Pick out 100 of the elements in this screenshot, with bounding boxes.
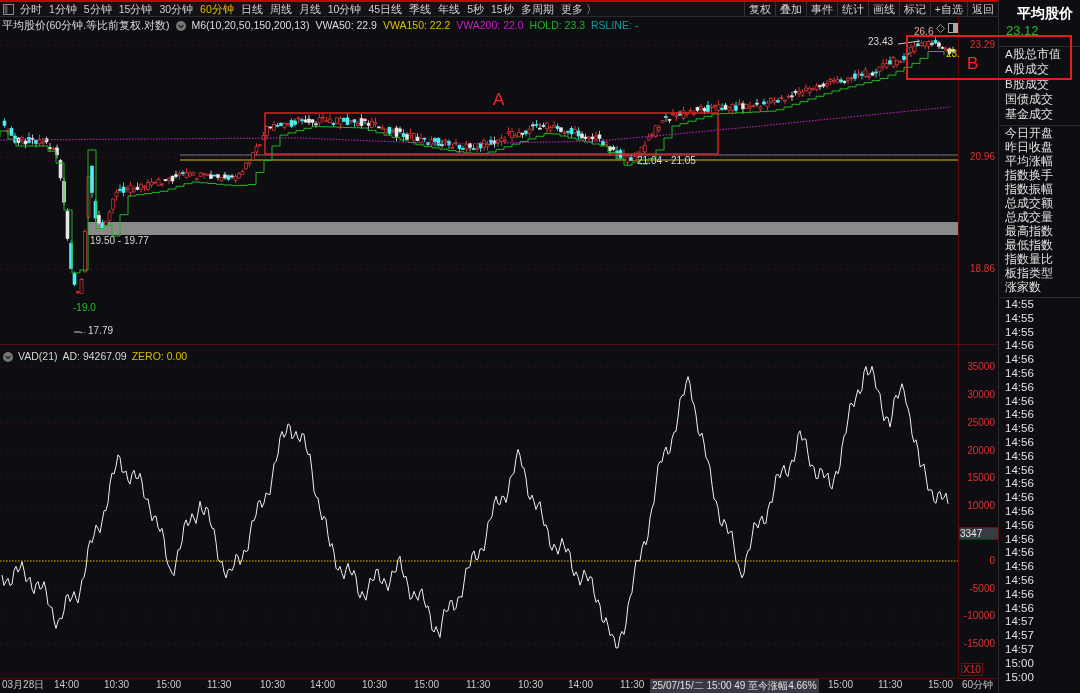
time-label: 15:00	[414, 680, 440, 690]
price-label: 23.43	[868, 37, 894, 47]
period-tab[interactable]: 周线	[269, 3, 292, 15]
period-tab[interactable]: 10分钟	[327, 3, 362, 15]
stat-label: 最高指数	[1004, 224, 1054, 238]
period-tab[interactable]: 分时	[20, 3, 42, 15]
period-tab[interactable]: 月线	[298, 3, 321, 15]
tick-time: 14:56	[1004, 504, 1035, 519]
chart-title: 平均股价(60分钟.等比前复权.对数)	[2, 18, 170, 33]
tick-time: 14:56	[1004, 339, 1035, 354]
indicator-label: M6(10,20,50,150,200,13)	[191, 18, 310, 33]
axis-label: 0	[989, 556, 995, 566]
period-tab[interactable]: 日线	[240, 3, 263, 15]
tick-time: 14:56	[1004, 449, 1035, 464]
axis-label: -10000	[963, 611, 995, 621]
period-tab[interactable]: 60分钟	[200, 3, 234, 15]
time-label: 15:00	[928, 680, 954, 690]
period-tab[interactable]: 45日线	[368, 3, 403, 15]
axis-label: 25000	[967, 418, 995, 428]
cursor-value: 3347	[959, 527, 999, 540]
stat-label: 平均涨幅	[1004, 154, 1054, 168]
menu-item[interactable]: A股成交	[999, 62, 1080, 77]
tick-time: 14:57	[1004, 615, 1035, 630]
stat-label: 今日开盘	[1004, 126, 1054, 140]
toolbar-button[interactable]: 标记	[898, 2, 930, 16]
tick-time: 15:00	[1004, 670, 1035, 685]
axis-label: 20.96	[969, 152, 995, 162]
time-label: 10:30	[518, 680, 544, 690]
toolbar-button[interactable]: 事件	[805, 2, 837, 16]
stat-label: 总成交额	[1004, 196, 1054, 210]
indicator-label: VWA200: 22.0	[456, 18, 524, 33]
tick-time: 14:56	[1004, 463, 1035, 478]
split-view-icon[interactable]	[948, 23, 958, 33]
cursor-time: 25/07/15/二 15:00 49 至今涨幅4.66%	[650, 679, 819, 693]
tick-time: 14:57	[1004, 642, 1035, 657]
tick-time: 14:56	[1004, 560, 1035, 574]
stat-label: 板指类型	[1004, 266, 1054, 280]
period-tab[interactable]: 1分钟	[49, 3, 77, 15]
stat-label: 昨日收盘	[1004, 140, 1054, 154]
period-tab[interactable]: 多周期	[520, 3, 554, 15]
stat-label: 最低指数	[1004, 238, 1054, 252]
time-label: 15:00	[156, 680, 182, 690]
indicator-label: HOLD: 23.3	[529, 18, 586, 33]
menu-item[interactable]: A股总市值	[999, 47, 1080, 62]
toolbar-button[interactable]: 返回	[967, 2, 998, 16]
tick-time: 14:55	[1004, 298, 1035, 312]
axis-label: 10000	[967, 501, 995, 511]
time-label: 11:30	[466, 680, 491, 690]
panel-title: 平均股价	[1016, 4, 1074, 22]
axis-label: 20000	[967, 446, 995, 456]
tick-time: 14:56	[1004, 435, 1035, 450]
tick-time: 14:56	[1004, 367, 1035, 381]
price-label: 23.	[946, 49, 960, 59]
time-label: 10:30	[104, 680, 130, 690]
period-tab[interactable]: 季线	[409, 3, 432, 15]
tick-time: 14:56	[1004, 394, 1035, 409]
menu-item[interactable]: 基金成交	[999, 107, 1080, 122]
toolbar-button[interactable]: 画线	[867, 2, 899, 16]
tick-time: 14:56	[1004, 532, 1035, 547]
time-label: 14:00	[568, 680, 594, 690]
tick-time: 14:56	[1004, 518, 1035, 533]
period-tab[interactable]: 更多 〉	[560, 3, 597, 15]
tick-time: 14:56	[1004, 601, 1035, 616]
tick-time: 14:57	[1004, 629, 1035, 643]
tick-time: 14:56	[1004, 353, 1035, 367]
indicator-label: RSLINE: -	[591, 18, 639, 33]
price-label: ←17.79	[78, 326, 114, 336]
time-label: 14:00	[54, 680, 80, 690]
period-tab[interactable]: 5分钟	[83, 3, 112, 15]
tick-time: 14:56	[1004, 422, 1035, 436]
toolbar-button[interactable]: 统计	[836, 2, 868, 16]
time-label: 15:00	[828, 680, 854, 690]
stat-label: 涨家数	[1004, 280, 1042, 294]
price-label: 21.04 - 21.05	[637, 156, 696, 166]
period-tab[interactable]: 年线	[438, 3, 461, 15]
period-label: 60分钟	[962, 680, 994, 690]
scale-label: X10	[961, 663, 983, 676]
stat-label: 指数振幅	[1004, 182, 1054, 196]
panel-toggle-icon[interactable]	[3, 3, 14, 15]
toolbar-button[interactable]: 复权	[743, 2, 775, 16]
tick-time: 14:55	[1004, 325, 1035, 340]
time-label: 11:30	[207, 680, 232, 690]
toolbar-button[interactable]: +自选	[929, 2, 967, 16]
stat-label: 总成交量	[1004, 210, 1054, 224]
period-tab[interactable]: 15秒	[490, 3, 514, 15]
toolbar-button[interactable]: 叠加	[774, 2, 806, 16]
axis-label: 18.86	[969, 264, 995, 274]
chevron-down-icon[interactable]	[175, 20, 186, 31]
axis-label: -15000	[963, 639, 995, 649]
menu-item[interactable]: 国债成交	[999, 92, 1080, 107]
diamond-icon[interactable]	[936, 24, 945, 33]
period-tab[interactable]: 5秒	[467, 3, 484, 15]
time-label: 11:30	[620, 680, 645, 690]
period-tab[interactable]: 30分钟	[159, 3, 194, 15]
chevron-down-icon[interactable]	[3, 351, 13, 362]
indicator-value: ZERO: 0.00	[131, 349, 188, 364]
time-label: 11:30	[878, 680, 903, 690]
price-label: -19.0	[73, 303, 96, 313]
axis-label: 35000	[967, 362, 995, 372]
period-tab[interactable]: 15分钟	[118, 3, 153, 15]
